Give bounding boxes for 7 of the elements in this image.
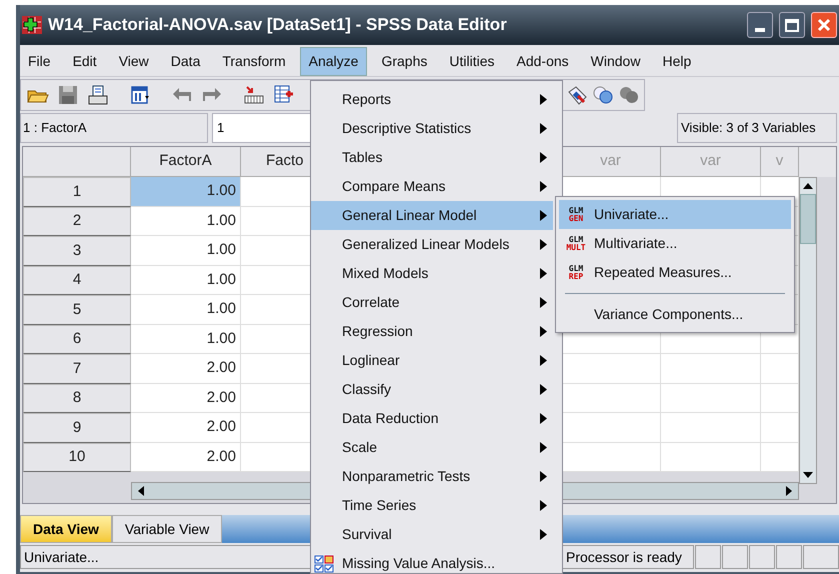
glm-icon: GLM REP	[565, 264, 587, 280]
glm-icon: GLM GEN	[565, 206, 587, 222]
visible-variables-label: Visible: 3 of 3 Variables	[677, 113, 837, 143]
processor-status: Processor is ready	[561, 545, 694, 569]
window-title: W14_Factorial-ANOVA.sav [DataSet1] - SPSS Data Editor	[48, 14, 508, 36]
cell-name-field: 1 : FactorA	[20, 113, 208, 143]
glm-icon: GLM MULT	[565, 236, 587, 252]
